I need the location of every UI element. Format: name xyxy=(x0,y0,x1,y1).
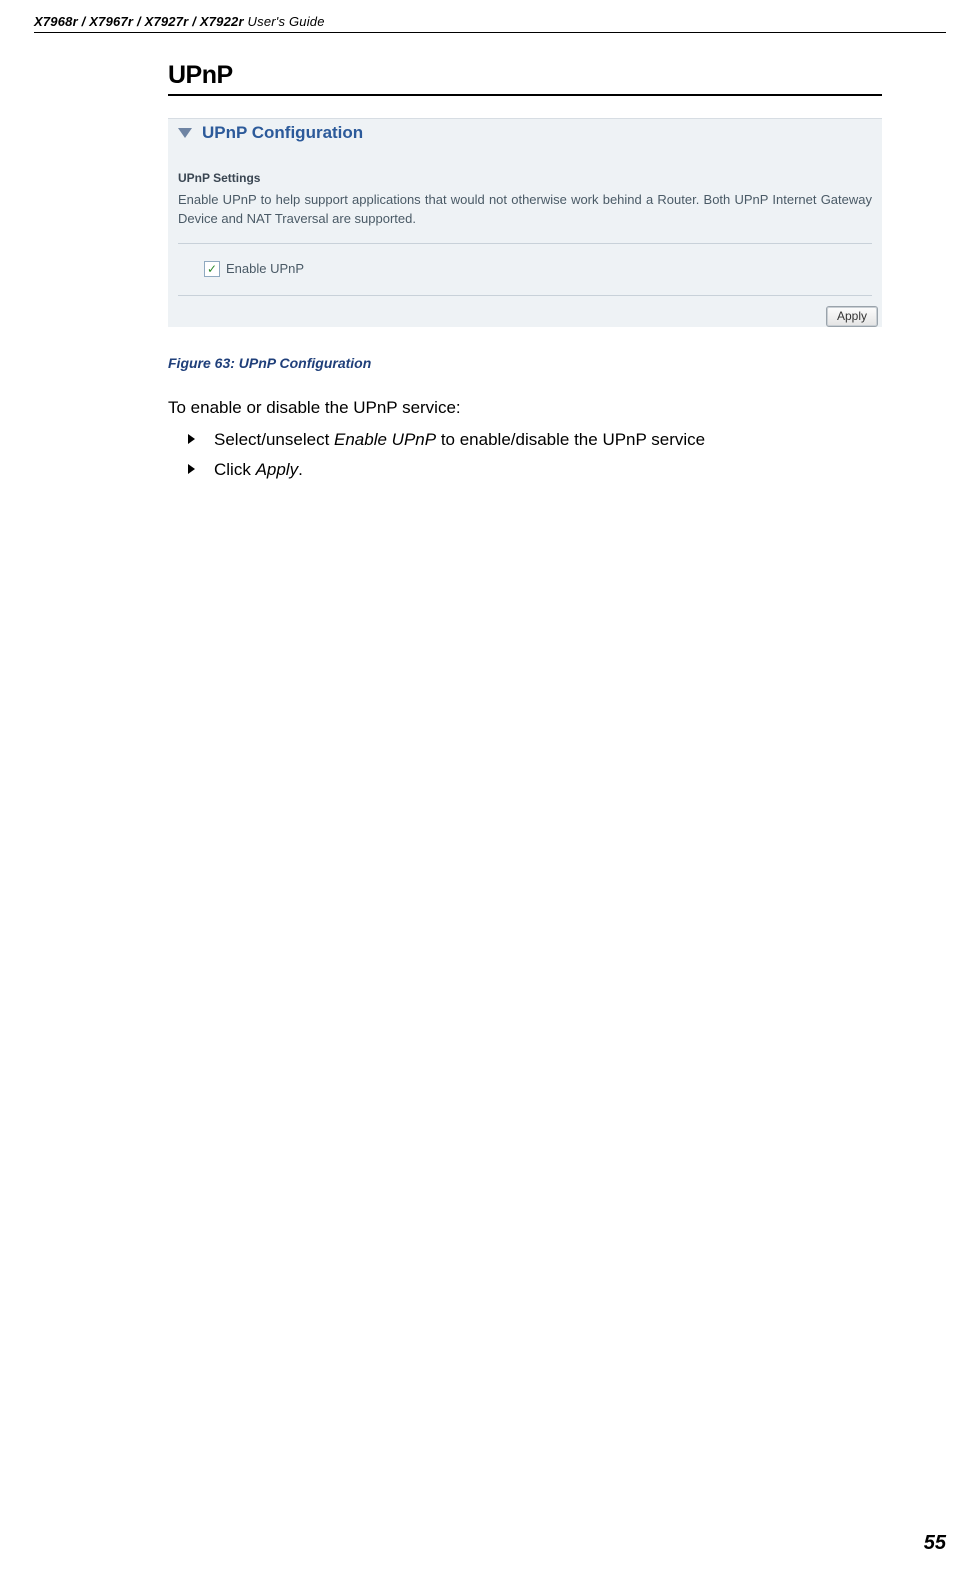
divider-bottom xyxy=(178,295,872,296)
dropdown-arrow-icon xyxy=(178,128,192,138)
list-text-post: to enable/disable the UPnP service xyxy=(436,430,705,449)
apply-row: Apply xyxy=(168,300,882,327)
panel-title: UPnP Configuration xyxy=(202,121,363,146)
upnp-settings-description: Enable UPnP to help support applications… xyxy=(168,189,882,239)
figure-63-upnp-configuration: UPnP Configuration UPnP Settings Enable … xyxy=(168,118,882,327)
instruction-text: To enable or disable the UPnP service: xyxy=(168,397,882,420)
header-suffix: User's Guide xyxy=(244,14,325,29)
list-text-pre: Click xyxy=(214,460,256,479)
list-item: Select/unselect Enable UPnP to enable/di… xyxy=(168,430,882,450)
section-title: UPnP xyxy=(168,61,882,96)
list-text-pre: Select/unselect xyxy=(214,430,334,449)
upnp-settings-heading: UPnP Settings xyxy=(168,152,882,189)
enable-upnp-checkbox[interactable]: ✓ xyxy=(204,261,220,277)
list-text-em: Apply xyxy=(256,460,299,479)
checkmark-icon: ✓ xyxy=(207,263,217,275)
panel-title-bar: UPnP Configuration xyxy=(168,119,882,152)
instruction-list: Select/unselect Enable UPnP to enable/di… xyxy=(168,430,882,480)
upnp-config-panel: UPnP Configuration UPnP Settings Enable … xyxy=(168,118,882,327)
list-text-post: . xyxy=(298,460,303,479)
enable-upnp-label: Enable UPnP xyxy=(226,260,304,279)
figure-caption: Figure 63: UPnP Configuration xyxy=(168,355,882,371)
enable-upnp-row: ✓ Enable UPnP xyxy=(168,248,882,291)
bullet-marker-icon xyxy=(188,464,195,474)
page-header: X7968r / X7967r / X7927r / X7922r User's… xyxy=(34,14,946,33)
list-item: Click Apply. xyxy=(168,460,882,480)
bullet-marker-icon xyxy=(188,434,195,444)
divider-top xyxy=(178,243,872,244)
header-models: X7968r / X7967r / X7927r / X7922r xyxy=(34,14,244,29)
page-number: 55 xyxy=(924,1532,946,1555)
list-text-em: Enable UPnP xyxy=(334,430,436,449)
apply-button[interactable]: Apply xyxy=(826,306,878,327)
